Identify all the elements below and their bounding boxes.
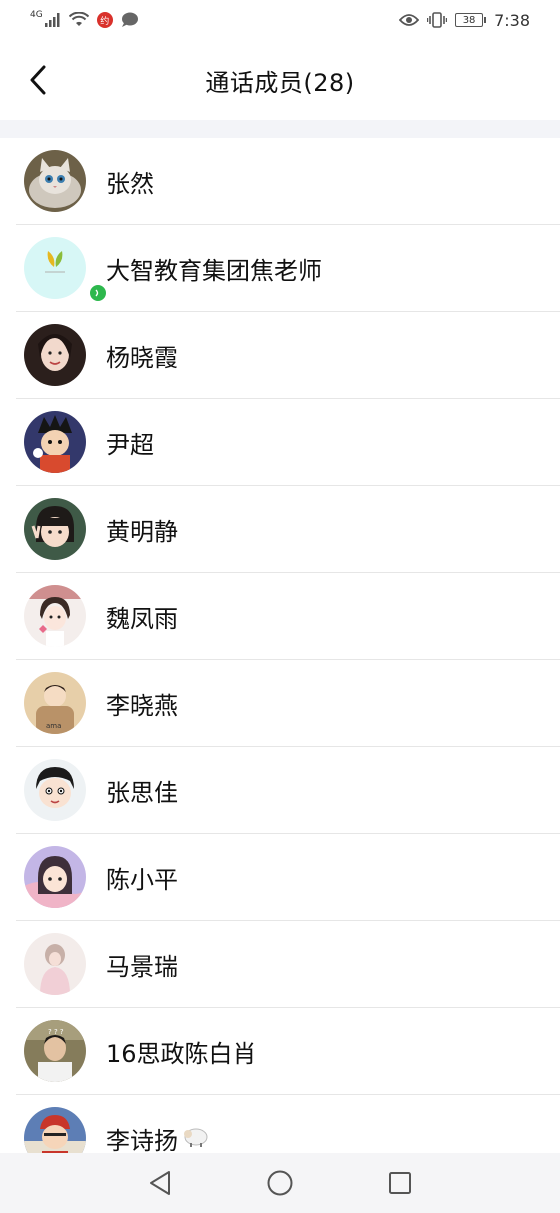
member-name: 16思政陈白肖	[106, 1039, 257, 1068]
list-item[interactable]: ? ? ? 16思政陈白肖	[16, 1008, 560, 1095]
list-item[interactable]: ama 李晓燕	[16, 660, 560, 747]
list-item[interactable]: 张然	[16, 138, 560, 225]
avatar: ama	[24, 672, 86, 734]
app-notification-icon: 约	[96, 12, 113, 28]
avatar	[24, 846, 86, 908]
vibrate-icon	[427, 12, 448, 28]
member-name: 杨晓霞	[106, 343, 178, 372]
svg-text:? ? ?: ? ? ?	[48, 1028, 64, 1036]
status-left: 4G 约	[30, 10, 139, 28]
list-item[interactable]: 杨晓霞	[16, 312, 560, 399]
member-name: 尹超	[106, 430, 154, 459]
battery-icon: 38	[455, 13, 487, 27]
header: 通话成员(28)	[0, 40, 560, 120]
sheep-icon	[180, 1124, 210, 1153]
avatar	[24, 585, 86, 647]
back-button[interactable]	[18, 60, 58, 100]
signal-icon	[44, 13, 61, 27]
navigation-bar	[0, 1153, 560, 1213]
nav-back-button[interactable]	[146, 1169, 174, 1197]
list-item[interactable]: 尹超	[16, 399, 560, 486]
list-item[interactable]: 陈小平	[16, 834, 560, 921]
svg-text:ama: ama	[46, 722, 61, 730]
list-item[interactable]: 李诗扬	[16, 1095, 560, 1153]
avatar	[24, 324, 86, 386]
member-list[interactable]: 张然 大智教育集团焦老师 杨晓霞 尹超 黄明静 魏凤雨 ama 李晓燕 张思佳 …	[0, 138, 560, 1153]
avatar	[24, 933, 86, 995]
avatar	[24, 498, 86, 560]
member-name: 张然	[106, 169, 154, 198]
avatar	[24, 237, 86, 299]
member-name: 马景瑞	[106, 952, 178, 981]
member-name: 陈小平	[106, 865, 178, 894]
section-divider	[0, 120, 560, 138]
avatar	[24, 150, 86, 212]
nav-recents-button[interactable]	[386, 1169, 414, 1197]
back-triangle-icon	[150, 1171, 170, 1195]
avatar	[24, 759, 86, 821]
avatar	[24, 1107, 86, 1153]
status-bar: 4G 约 38 7:38	[0, 0, 560, 40]
member-name: 李晓燕	[106, 691, 178, 720]
list-item[interactable]: 张思佳	[16, 747, 560, 834]
clock: 7:38	[494, 10, 530, 30]
status-right: 38 7:38	[399, 11, 530, 30]
eye-comfort-icon	[399, 13, 420, 27]
member-name: 张思佳	[106, 778, 178, 807]
page-title: 通话成员(28)	[205, 68, 355, 97]
speaking-icon	[88, 283, 108, 303]
list-item[interactable]: 黄明静	[16, 486, 560, 573]
chevron-left-icon	[30, 65, 46, 95]
list-item[interactable]: 马景瑞	[16, 921, 560, 1008]
recents-square-icon	[389, 1172, 411, 1194]
list-item[interactable]: 魏凤雨	[16, 573, 560, 660]
nav-home-button[interactable]	[266, 1169, 294, 1197]
avatar: ? ? ?	[24, 1020, 86, 1082]
member-name: 李诗扬	[106, 1126, 178, 1154]
list-item[interactable]: 大智教育集团焦老师	[16, 225, 560, 312]
member-name: 黄明静	[106, 517, 178, 546]
member-name: 大智教育集团焦老师	[106, 256, 322, 285]
member-name: 魏凤雨	[106, 604, 178, 633]
avatar	[24, 411, 86, 473]
home-circle-icon	[267, 1170, 293, 1196]
chat-bubble-icon	[121, 12, 139, 28]
battery-level: 38	[462, 14, 476, 26]
wifi-icon	[68, 12, 89, 28]
network-type: 4G	[30, 10, 43, 20]
